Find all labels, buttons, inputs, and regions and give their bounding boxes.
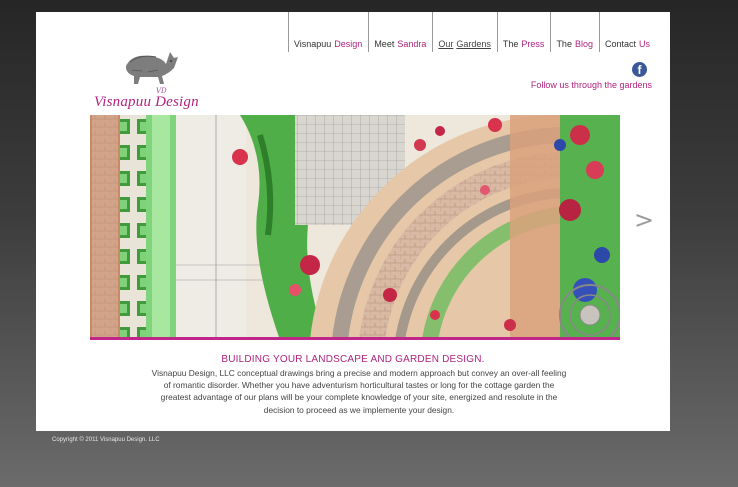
intro-line: of romantic disorder. Whether you have a… — [163, 380, 555, 391]
nav-label-part2: Design — [334, 39, 363, 49]
page-container: VD Visnapuu Design Visnapuu Design Meet Sa… — [36, 12, 670, 431]
nav-label-part2: Gardens — [456, 39, 491, 49]
main-nav: Visnapuu Design Meet Sandra Our Gardens The… — [287, 12, 656, 52]
nav-our-gardens[interactable]: Our Gardens — [432, 12, 497, 52]
intro-line: Visnapuu Design, LLC conceptual drawings… — [151, 368, 567, 378]
facebook-icon[interactable]: f — [632, 62, 647, 77]
copyright-text: Copyright © 2011 Visnapuu Design. LLC — [52, 437, 160, 443]
nav-label-part1: The — [556, 39, 572, 49]
nav-meet-sandra[interactable]: Meet Sandra — [368, 12, 432, 52]
logo[interactable]: VD Visnapuu Design — [94, 40, 204, 112]
hero-garden-image — [90, 115, 620, 340]
page-headline: BUILDING YOUR LANDSCAPE AND GARDEN DESIG… — [221, 354, 485, 365]
intro-line: greatest advantage of our plans will be … — [160, 392, 558, 403]
follow-gardens-link[interactable]: Follow us through the gardens — [531, 80, 652, 90]
intro-paragraph: Visnapuu Design, LLC conceptual drawings… — [128, 367, 590, 416]
nav-label-part1: The — [502, 39, 519, 49]
nav-label-part2: Us — [639, 39, 650, 49]
nav-label-part1: Meet — [374, 39, 395, 49]
nav-visnapuu-design[interactable]: Visnapuu Design — [287, 12, 368, 52]
nav-label-part1: Our — [438, 39, 454, 49]
nav-label-part1: Contact — [604, 39, 636, 49]
nav-contact-us[interactable]: Contact Us — [598, 12, 656, 52]
logo-wordmark: Visnapuu Design — [94, 94, 199, 110]
nav-label-part1: Visnapuu — [293, 39, 332, 49]
nav-label-part2: Press — [521, 39, 545, 49]
nav-label-part2: Sandra — [397, 39, 427, 49]
hero-underline-bar — [90, 337, 620, 340]
nav-the-blog[interactable]: The Blog — [550, 12, 599, 52]
nav-label-part2: Blog — [574, 39, 593, 49]
slideshow-next-arrow[interactable]: > — [634, 208, 654, 232]
nav-the-press[interactable]: The Press — [496, 12, 551, 52]
intro-line: decision to proceed as we implemente you… — [263, 404, 455, 415]
boar-icon — [126, 52, 178, 84]
